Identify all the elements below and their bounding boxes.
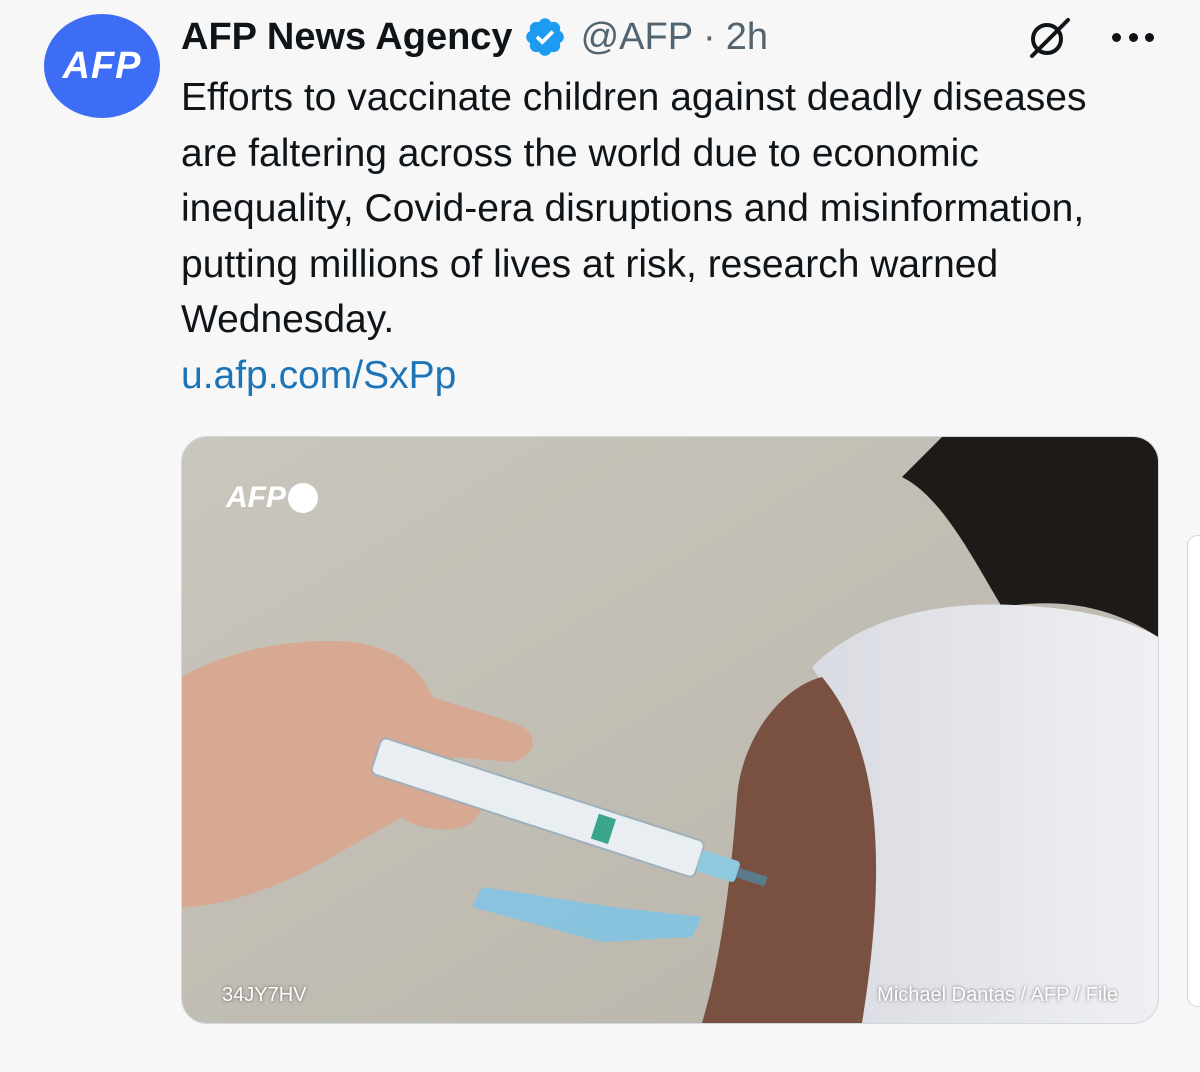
tweet-text: Efforts to vaccinate children against de… (181, 70, 1141, 403)
author-handle[interactable]: @AFP (581, 16, 693, 59)
more-options-icon[interactable] (1112, 31, 1154, 43)
tweet-body: Efforts to vaccinate children against de… (181, 76, 1087, 341)
separator-dot: · (703, 15, 716, 58)
tweet[interactable]: AFP AFP News Agency @AFP · 2h Efforts to… (0, 0, 1200, 1072)
side-panel-edge (1187, 535, 1200, 1007)
avatar-logo-text: AFP (62, 44, 142, 87)
photo-credit: Michael Dantas / AFP / File (877, 984, 1118, 1006)
tweet-actions (1024, 12, 1154, 62)
afp-watermark-text: AFP (226, 481, 286, 514)
afp-watermark: AFP (226, 481, 318, 515)
grok-icon[interactable] (1024, 12, 1074, 62)
avatar[interactable]: AFP (44, 14, 160, 118)
tweet-media-photo[interactable]: AFP 34JY7HV Michael Dantas / AFP / File (181, 436, 1159, 1024)
tweet-header: AFP News Agency @AFP · 2h (181, 14, 768, 60)
tweet-time[interactable]: 2h (726, 16, 768, 59)
tweet-link[interactable]: u.afp.com/SxPp (181, 354, 456, 397)
verified-badge-icon[interactable] (523, 15, 567, 59)
photo-id: 34JY7HV (222, 984, 307, 1006)
author-name[interactable]: AFP News Agency (181, 16, 513, 59)
vaccination-photo (182, 437, 1158, 1023)
afp-watermark-dot-icon (288, 483, 318, 513)
